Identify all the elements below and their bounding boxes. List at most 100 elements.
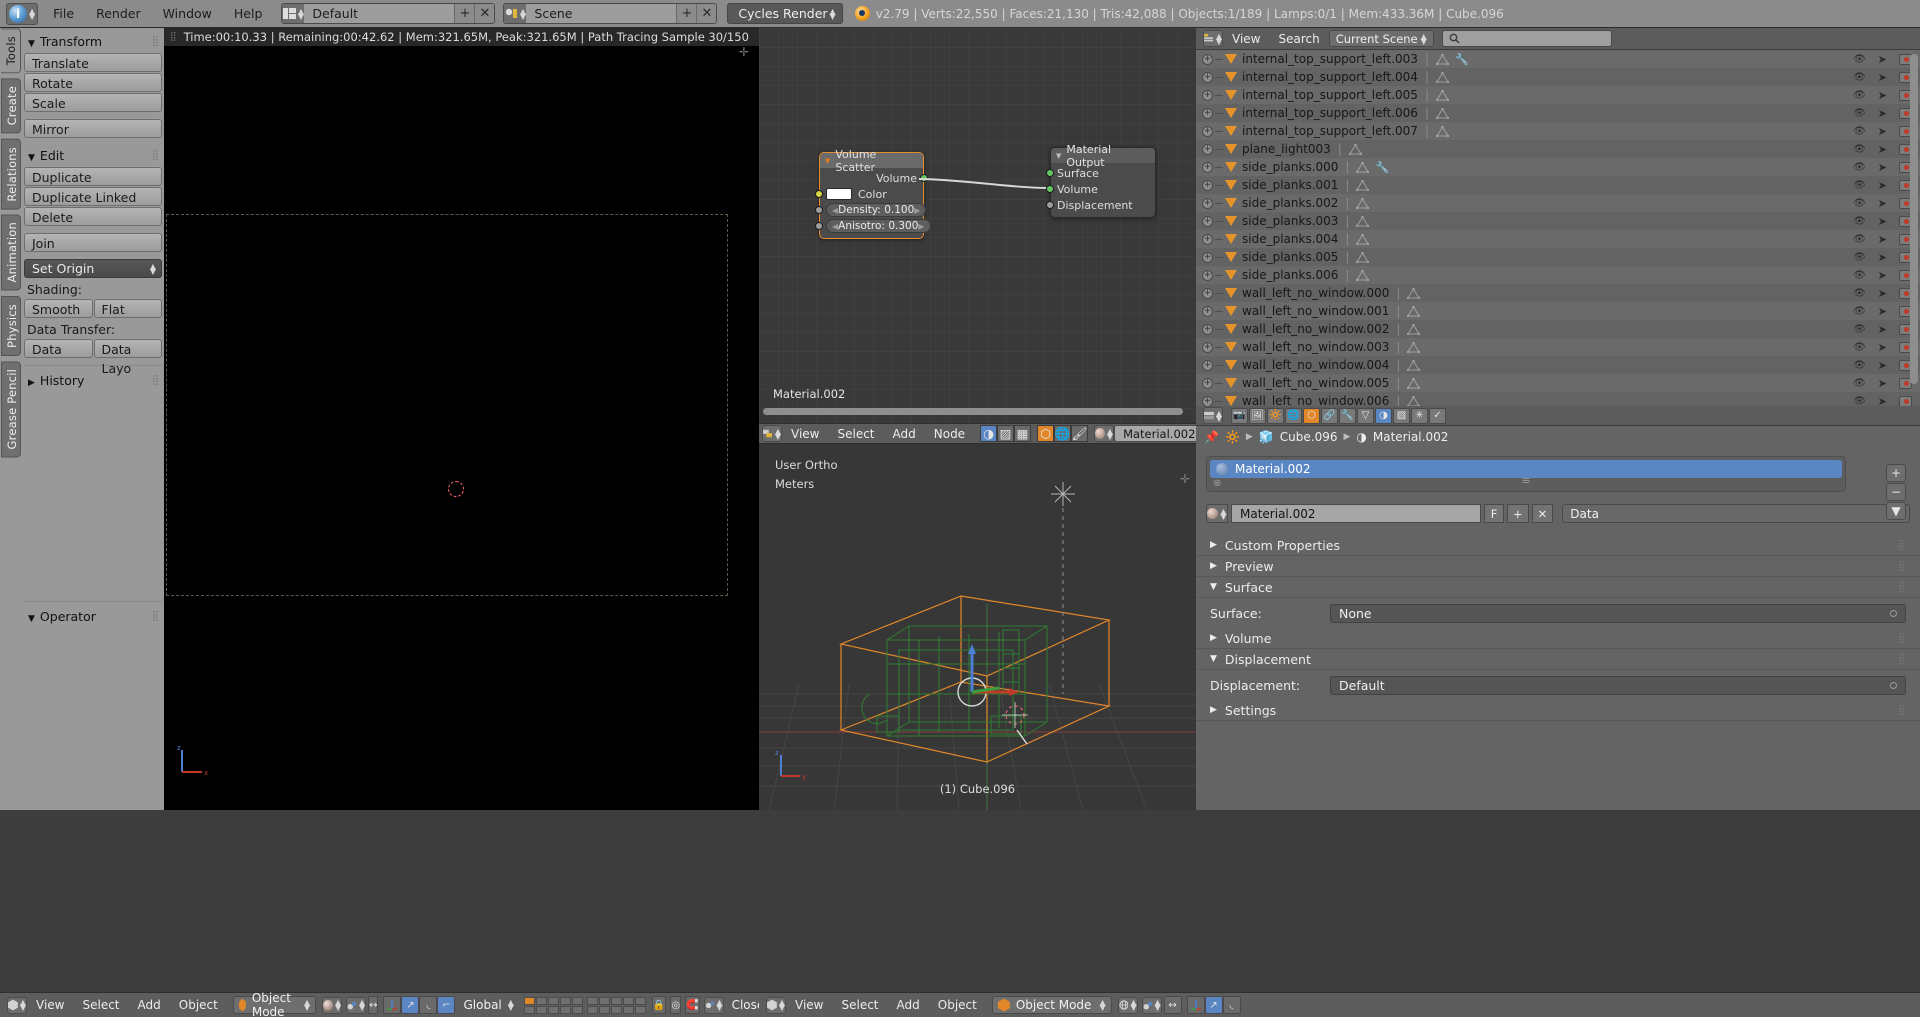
- render-engine-select[interactable]: Cycles Render ▲▼: [727, 3, 842, 24]
- vp2-menu-add[interactable]: Add: [888, 998, 929, 1012]
- modifier-icon[interactable]: 🔧: [1455, 53, 1469, 66]
- expand-icon[interactable]: +: [1202, 126, 1213, 137]
- anisotropy-field[interactable]: ◀ Anisotro: 0.300 ▶: [826, 219, 931, 233]
- visibility-eye-icon[interactable]: 👁: [1853, 252, 1866, 263]
- expand-icon[interactable]: +: [1202, 270, 1213, 281]
- node-volume-scatter[interactable]: ▼ Volume Scatter Volume Color ◀ De: [819, 152, 924, 239]
- expand-icon[interactable]: +: [1202, 198, 1213, 209]
- table-row[interactable]: +side_planks.005|👁➤: [1196, 248, 1920, 266]
- socket-volume-in-icon[interactable]: [1046, 185, 1054, 193]
- tab-object-data[interactable]: ▽: [1357, 408, 1374, 424]
- selectable-cursor-icon[interactable]: ➤: [1878, 71, 1887, 84]
- 3d-viewport[interactable]: User Ortho Meters ✛ (1) Cube.096 z y: [759, 444, 1196, 810]
- node-menu-view[interactable]: View: [782, 427, 828, 441]
- edit-panel-header[interactable]: ▼Edit ⣿: [24, 144, 162, 167]
- interaction-mode-dropdown[interactable]: Object Mode ▲▼: [233, 996, 316, 1014]
- breadcrumb-object[interactable]: Cube.096: [1280, 430, 1338, 444]
- lock-layers-icon[interactable]: 🔒: [652, 996, 666, 1014]
- chevron-updown-icon[interactable]: ▲▼: [508, 1000, 514, 1010]
- table-row[interactable]: +internal_top_support_left.006|👁➤: [1196, 104, 1920, 122]
- mesh-data-icon[interactable]: [1407, 306, 1420, 317]
- pivot-point-icon[interactable]: ▲▼: [346, 997, 366, 1014]
- manipulator-toggle-icon[interactable]: ↔: [368, 996, 378, 1014]
- selectable-cursor-icon[interactable]: ➤: [1878, 359, 1887, 372]
- tab-animation[interactable]: Animation: [1, 214, 21, 290]
- layer-cell[interactable]: [623, 997, 634, 1005]
- menu-help[interactable]: Help: [223, 3, 274, 24]
- editor-type-icon[interactable]: ▲▼: [762, 425, 782, 442]
- mesh-data-icon[interactable]: [1356, 270, 1369, 281]
- scene-remove-button[interactable]: ✕: [696, 3, 716, 24]
- surface-shader-dropdown[interactable]: None: [1330, 604, 1906, 623]
- screen-layout-add-button[interactable]: +: [454, 3, 474, 24]
- scene-widget[interactable]: ▲▼ Scene + ✕: [503, 3, 717, 24]
- table-row[interactable]: +wall_left_no_window.000|👁➤: [1196, 284, 1920, 302]
- table-row[interactable]: +internal_top_support_left.004|👁➤: [1196, 68, 1920, 86]
- socket-volume-out-icon[interactable]: [920, 174, 928, 182]
- expand-icon[interactable]: +: [1202, 234, 1213, 245]
- node-input-density[interactable]: ◀ Density: 0.100 ▶: [820, 202, 923, 218]
- table-row[interactable]: +wall_left_no_window.002|👁➤: [1196, 320, 1920, 338]
- selectable-cursor-icon[interactable]: ➤: [1878, 179, 1887, 192]
- visibility-eye-icon[interactable]: 👁: [1853, 198, 1866, 209]
- layer-cell[interactable]: [623, 1006, 634, 1014]
- tab-render-layers[interactable]: 🖼: [1249, 408, 1266, 424]
- layer-cell[interactable]: [524, 1006, 535, 1014]
- fake-user-button[interactable]: F: [1484, 504, 1504, 523]
- scene-layers-grid-2[interactable]: [587, 997, 646, 1014]
- outliner-display-mode[interactable]: Current Scene ▲▼: [1329, 30, 1434, 47]
- selectable-cursor-icon[interactable]: ➤: [1878, 197, 1887, 210]
- menu-window[interactable]: Window: [152, 3, 223, 24]
- table-row[interactable]: +wall_left_no_window.006|👁➤: [1196, 392, 1920, 406]
- mesh-data-icon[interactable]: [1407, 342, 1420, 353]
- mesh-data-icon[interactable]: [1436, 72, 1449, 83]
- shade-flat-button[interactable]: Flat: [94, 299, 163, 318]
- outliner-editor-type-icon[interactable]: ▲▼: [1203, 30, 1223, 47]
- menu-file[interactable]: File: [42, 3, 85, 24]
- visibility-eye-icon[interactable]: 👁: [1853, 108, 1866, 119]
- mirror-button[interactable]: Mirror: [24, 119, 162, 138]
- table-row[interactable]: +internal_top_support_left.007|👁➤: [1196, 122, 1920, 140]
- selectable-cursor-icon[interactable]: ➤: [1878, 305, 1887, 318]
- visibility-eye-icon[interactable]: 👁: [1853, 72, 1866, 83]
- tab-scene[interactable]: 🔆: [1267, 408, 1284, 424]
- outliner-tree[interactable]: +internal_top_support_left.003|🔧👁➤ +inte…: [1196, 50, 1920, 406]
- shader-type-object-icon[interactable]: ◑: [980, 425, 997, 442]
- expand-icon[interactable]: +: [1202, 108, 1213, 119]
- layer-cell[interactable]: [536, 997, 547, 1005]
- scale-button[interactable]: Scale: [24, 93, 162, 112]
- history-panel-header[interactable]: ▶History ⣿: [24, 369, 162, 392]
- tab-world[interactable]: 🌐: [1285, 408, 1302, 424]
- mesh-data-icon[interactable]: [1356, 216, 1369, 227]
- table-row[interactable]: +wall_left_no_window.004|👁➤: [1196, 356, 1920, 374]
- rotate-button[interactable]: Rotate: [24, 73, 162, 92]
- socket-color-in-icon[interactable]: [815, 190, 823, 198]
- table-row[interactable]: +side_planks.001|👁➤: [1196, 176, 1920, 194]
- vp-menu-add[interactable]: Add: [129, 998, 170, 1012]
- visibility-eye-icon[interactable]: 👁: [1853, 306, 1866, 317]
- material-slot-list[interactable]: Material.002 ⊕ ≡: [1206, 456, 1846, 492]
- mesh-data-icon[interactable]: [1356, 252, 1369, 263]
- layer-cell[interactable]: [635, 997, 646, 1005]
- screen-layout-remove-button[interactable]: ✕: [474, 3, 494, 24]
- rotate-manipulator-icon-2[interactable]: ↗: [1205, 996, 1223, 1014]
- layer-cell[interactable]: [611, 997, 622, 1005]
- mesh-data-icon[interactable]: [1407, 360, 1420, 371]
- add-material-slot-button[interactable]: +: [1886, 464, 1906, 482]
- socket-surface-in-icon[interactable]: [1046, 169, 1054, 177]
- mesh-data-icon[interactable]: [1356, 180, 1369, 191]
- table-row[interactable]: +wall_left_no_window.001|👁➤: [1196, 302, 1920, 320]
- vp2-menu-view[interactable]: View: [786, 998, 832, 1012]
- chevron-right-icon[interactable]: ▶: [914, 206, 920, 215]
- visibility-eye-icon[interactable]: 👁: [1853, 162, 1866, 173]
- pivot-point-icon-2[interactable]: ▲▼: [1142, 997, 1162, 1014]
- selectable-cursor-icon[interactable]: ➤: [1878, 287, 1887, 300]
- node-editor-horizontal-scrollbar[interactable]: [763, 408, 1183, 415]
- selectable-cursor-icon[interactable]: ➤: [1878, 53, 1887, 66]
- mesh-data-icon[interactable]: [1436, 54, 1449, 65]
- data-layout-transfer-button[interactable]: Data Layo: [94, 339, 163, 358]
- slot-object-icon[interactable]: ⬡: [1037, 425, 1054, 442]
- selectable-cursor-icon[interactable]: ➤: [1878, 215, 1887, 228]
- vp-menu-view[interactable]: View: [27, 998, 73, 1012]
- data-transfer-button[interactable]: Data: [24, 339, 93, 358]
